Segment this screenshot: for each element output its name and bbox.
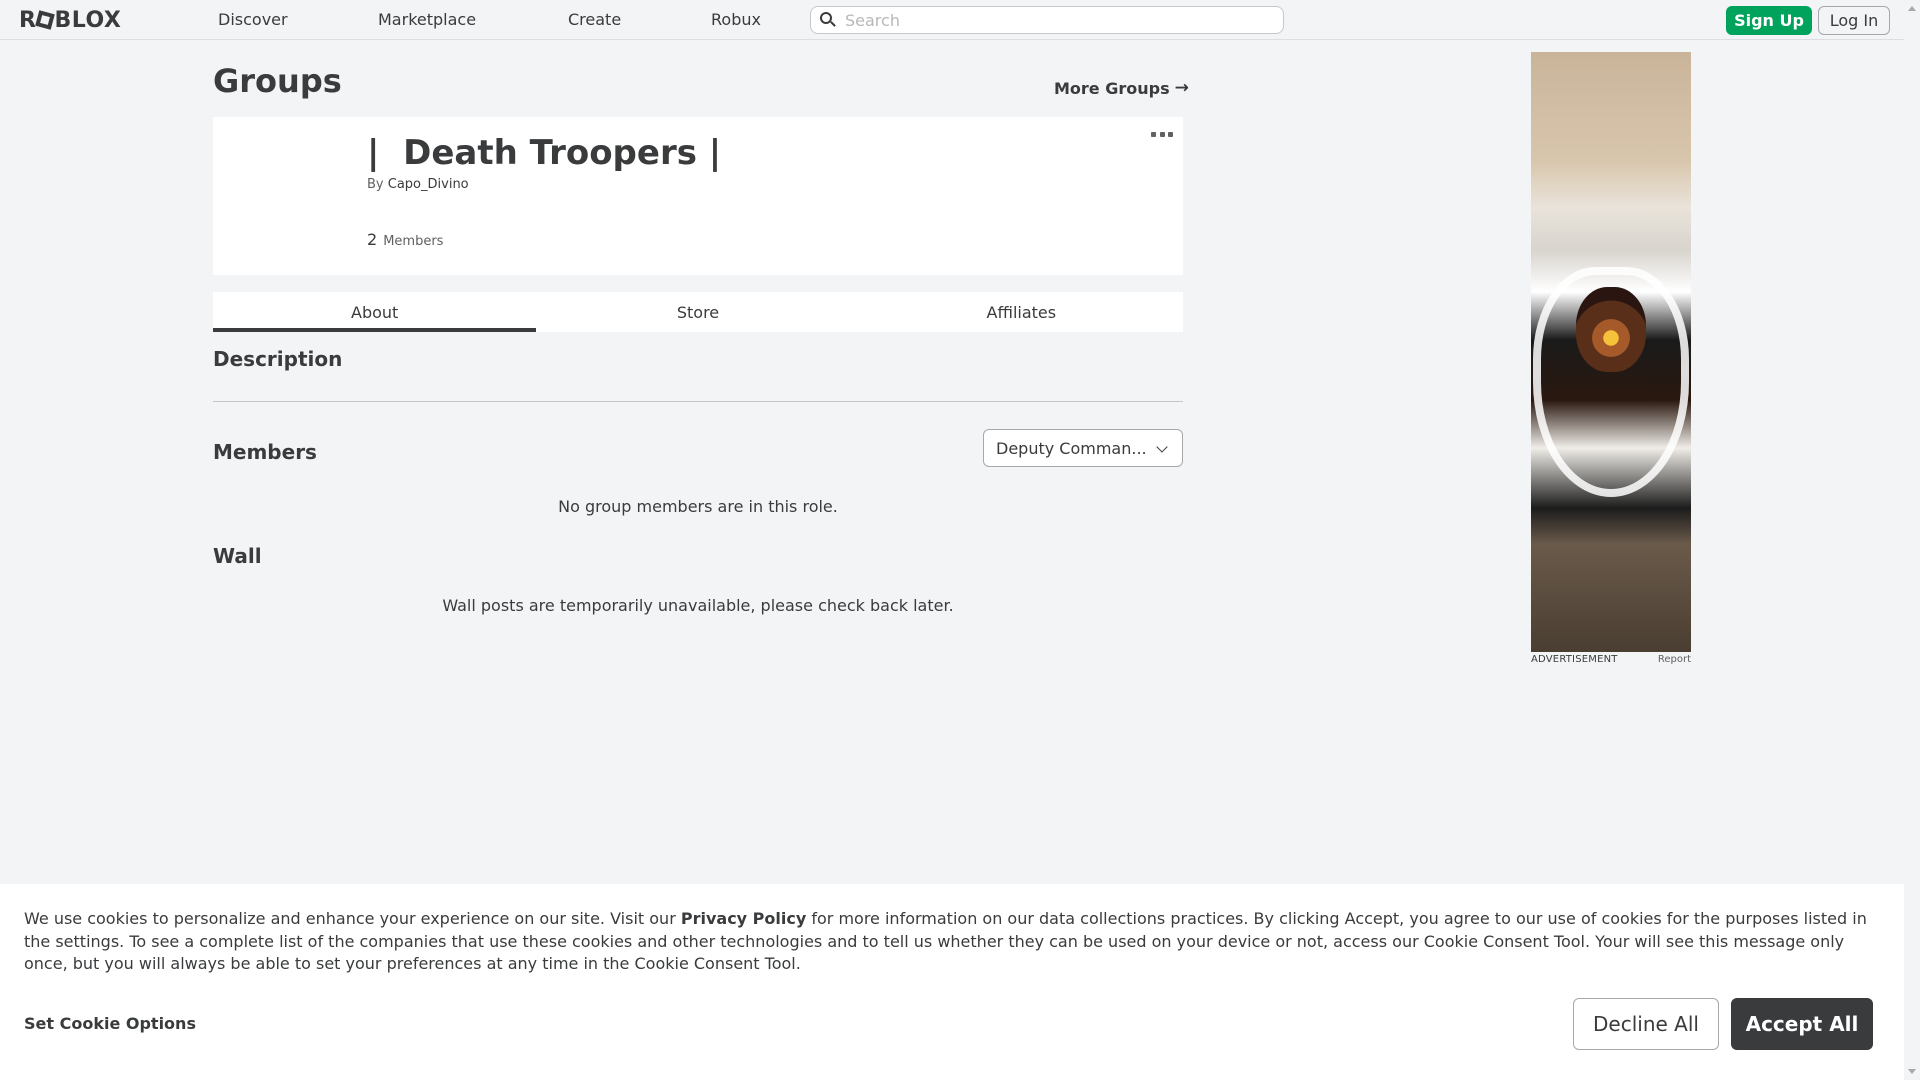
arrow-right-icon: → [1174, 78, 1189, 98]
set-cookie-options-link[interactable]: Set Cookie Options [24, 1014, 196, 1033]
more-options-icon[interactable] [1151, 129, 1173, 139]
section-divider [213, 401, 1183, 402]
tab-about[interactable]: About [213, 292, 537, 332]
group-header-card: | Death Troopers | By Capo_Divino 2 Memb… [213, 117, 1183, 275]
tab-affiliates[interactable]: Affiliates [860, 292, 1183, 332]
logo-rest: BLOX [54, 7, 122, 33]
more-groups-link[interactable]: More Groups → [1054, 78, 1189, 98]
log-in-button[interactable]: Log In [1818, 6, 1890, 35]
advertisement-label: ADVERTISEMENT [1531, 654, 1618, 665]
top-navigation-bar: R BLOX Discover Marketplace Create Robux … [0, 0, 1904, 40]
search-icon[interactable] [819, 11, 837, 29]
nav-marketplace-link[interactable]: Marketplace [378, 10, 476, 29]
description-heading: Description [213, 347, 343, 371]
nav-create-link[interactable]: Create [568, 10, 621, 29]
report-ad-link[interactable]: Report [1658, 654, 1691, 665]
accept-all-button[interactable]: Accept All [1731, 998, 1873, 1050]
cookie-text-intro: We use cookies to personalize and enhanc… [24, 909, 681, 928]
group-member-count: 2 Members [367, 230, 443, 249]
sign-up-button[interactable]: Sign Up [1726, 6, 1812, 35]
page-title: Groups [213, 62, 342, 100]
members-heading: Members [213, 440, 317, 464]
search-box[interactable] [810, 6, 1284, 34]
cookie-consent-text: We use cookies to personalize and enhanc… [24, 908, 1884, 976]
scroll-up-icon[interactable] [1908, 6, 1916, 11]
chevron-down-icon [1156, 441, 1168, 453]
nav-discover-link[interactable]: Discover [218, 10, 288, 29]
roblox-logo[interactable]: R BLOX [19, 6, 121, 34]
cookie-consent-banner: We use cookies to personalize and enhanc… [0, 884, 1904, 1080]
nav-robux-link[interactable]: Robux [711, 10, 761, 29]
advertisement-caption: ADVERTISEMENT Report [1531, 654, 1691, 665]
role-dropdown[interactable]: Deputy Comman... [983, 429, 1183, 467]
group-owner-line: By Capo_Divino [367, 177, 469, 192]
tab-store[interactable]: Store [536, 292, 859, 332]
logo-o-icon [35, 10, 56, 30]
advertisement-banner[interactable] [1531, 52, 1691, 652]
more-groups-label: More Groups [1054, 78, 1170, 98]
scroll-down-icon[interactable] [1908, 1069, 1916, 1074]
logo-letter: R [19, 7, 37, 33]
members-empty-message: No group members are in this role. [558, 497, 838, 516]
advertisement-image [1531, 52, 1691, 652]
group-tabs: About Store Affiliates [213, 292, 1183, 332]
search-input[interactable] [845, 10, 1265, 30]
ad-face-shape [1576, 287, 1646, 372]
decline-all-button[interactable]: Decline All [1573, 998, 1719, 1050]
member-count-value: 2 [367, 230, 378, 249]
group-owner-link[interactable]: Capo_Divino [388, 177, 469, 192]
privacy-policy-link[interactable]: Privacy Policy [681, 909, 806, 928]
members-label: Members [383, 234, 444, 249]
group-name: | Death Troopers | [367, 133, 722, 173]
wall-empty-message: Wall posts are temporarily unavailable, … [442, 596, 954, 615]
role-dropdown-value: Deputy Comman... [996, 438, 1147, 458]
by-label: By [367, 177, 384, 192]
page-scrollbar[interactable] [1904, 0, 1920, 1080]
wall-heading: Wall [213, 544, 262, 568]
